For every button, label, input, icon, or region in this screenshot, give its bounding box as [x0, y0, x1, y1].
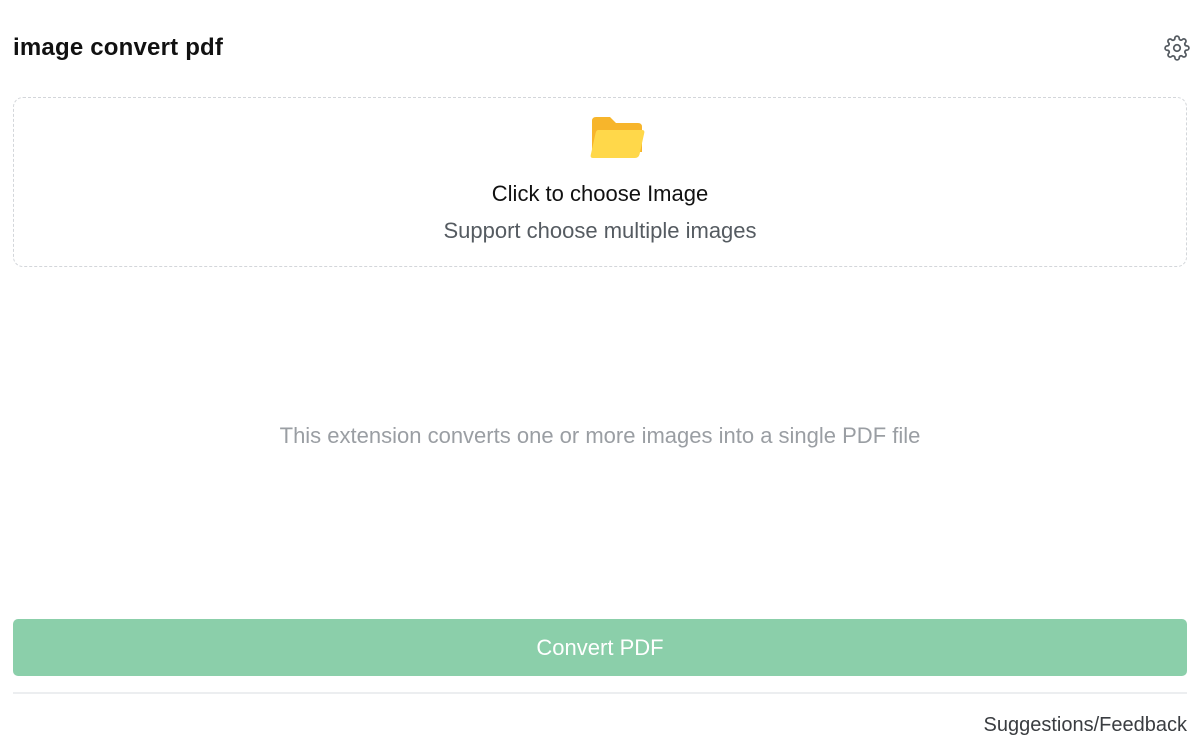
settings-button[interactable]	[1163, 34, 1191, 62]
extension-description: This extension converts one or more imag…	[279, 423, 921, 448]
feedback-link[interactable]: Suggestions/Feedback	[984, 714, 1187, 737]
header: image convert pdf	[13, 30, 1190, 66]
footer-divider	[13, 692, 1187, 694]
folder-icon	[590, 117, 645, 158]
upload-subtitle: Support choose multiple images	[443, 218, 757, 243]
app-title: image convert pdf	[13, 34, 224, 61]
convert-pdf-button[interactable]: Convert PDF	[13, 619, 1187, 676]
upload-title: Click to choose Image	[491, 181, 709, 206]
app-window: image convert pdf Click to choose Image …	[0, 0, 1200, 750]
gear-icon	[1164, 35, 1190, 61]
image-upload-dropzone[interactable]: Click to choose Image Support choose mul…	[13, 97, 1187, 267]
